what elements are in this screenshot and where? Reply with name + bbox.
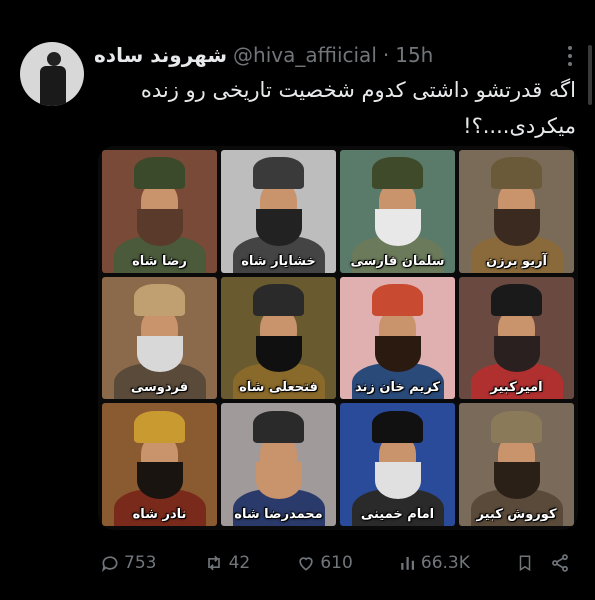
portrait-caption: رضا شاه	[132, 253, 187, 269]
avatar[interactable]	[20, 42, 84, 106]
portrait-caption: سلمان فارسی	[350, 253, 445, 269]
portrait-caption: کوروش کبیر	[476, 506, 557, 522]
reply-button[interactable]: 753	[100, 553, 156, 573]
separator-dot: ·	[382, 43, 390, 67]
like-button[interactable]: 610	[296, 553, 353, 573]
portrait-tile: کریم خان زند	[340, 276, 455, 400]
portrait-tile: فتحعلی شاه	[221, 276, 336, 400]
portrait-tile: کوروش کبیر	[459, 403, 574, 526]
portrait-tile: فردوسی	[102, 276, 217, 400]
tweet-media-image[interactable]: رضا شاه خشایار شاه سلمان فارسی آریو برزن فرد…	[98, 146, 578, 530]
like-count: 610	[320, 553, 353, 573]
portrait-tile: سلمان فارسی	[340, 150, 455, 273]
portrait-caption: فتحعلی شاه	[239, 380, 318, 396]
portrait-caption: آریو برزن	[485, 253, 548, 269]
timestamp[interactable]: 15h	[395, 43, 433, 67]
portrait-tile: امام خمینی	[340, 403, 455, 526]
views-button[interactable]: 66.3K	[399, 553, 470, 573]
scrollbar-thumb[interactable]	[588, 45, 592, 105]
portrait-caption: امام خمینی	[360, 506, 435, 522]
tweet-text: اگه قدرتشو داشتی کدوم شخصیت تاریخی رو زن…	[140, 78, 576, 138]
tweet[interactable]: شهروند ساده @hiva_affiicial · 15h اگه قد…	[0, 0, 595, 600]
portrait-caption: نادر شاه	[132, 506, 187, 522]
portrait-grid: رضا شاه خشایار شاه سلمان فارسی آریو برزن فرد…	[102, 150, 574, 526]
display-name[interactable]: شهروند ساده	[94, 43, 227, 67]
bookmark-icon[interactable]	[516, 553, 534, 573]
portrait-tile: امیرکبیر	[459, 276, 574, 400]
avatar-figure-body	[40, 66, 66, 106]
more-icon[interactable]	[567, 46, 573, 66]
reply-icon	[101, 556, 118, 572]
retweet-count: 42	[228, 553, 251, 573]
action-group-right	[516, 553, 570, 573]
portrait-tile: آریو برزن	[459, 150, 574, 273]
reply-count: 753	[124, 553, 157, 573]
tweet-header: شهروند ساده @hiva_affiicial · 15h	[94, 40, 433, 70]
like-icon	[299, 557, 313, 571]
avatar-figure-head	[47, 52, 61, 66]
views-icon	[401, 557, 414, 570]
views-count: 66.3K	[420, 553, 470, 573]
portrait-tile: محمدرضا شاه	[221, 403, 336, 526]
retweet-button[interactable]: 42	[203, 553, 251, 573]
action-bar: 753 42 610 66.3K	[100, 548, 570, 578]
portrait-caption: کریم خان زند	[355, 380, 440, 396]
portrait-caption: محمدرضا شاه	[234, 506, 323, 522]
user-handle[interactable]: @hiva_affiicial	[233, 43, 377, 67]
portrait-caption: امیرکبیر	[490, 380, 543, 396]
portrait-tile: رضا شاه	[102, 150, 217, 273]
portrait-caption: خشایار شاه	[241, 253, 316, 269]
portrait-tile: نادر شاه	[102, 403, 217, 526]
share-icon[interactable]	[550, 553, 570, 573]
retweet-icon	[207, 555, 220, 571]
portrait-caption: فردوسی	[130, 380, 189, 396]
portrait-tile: خشایار شاه	[221, 150, 336, 273]
